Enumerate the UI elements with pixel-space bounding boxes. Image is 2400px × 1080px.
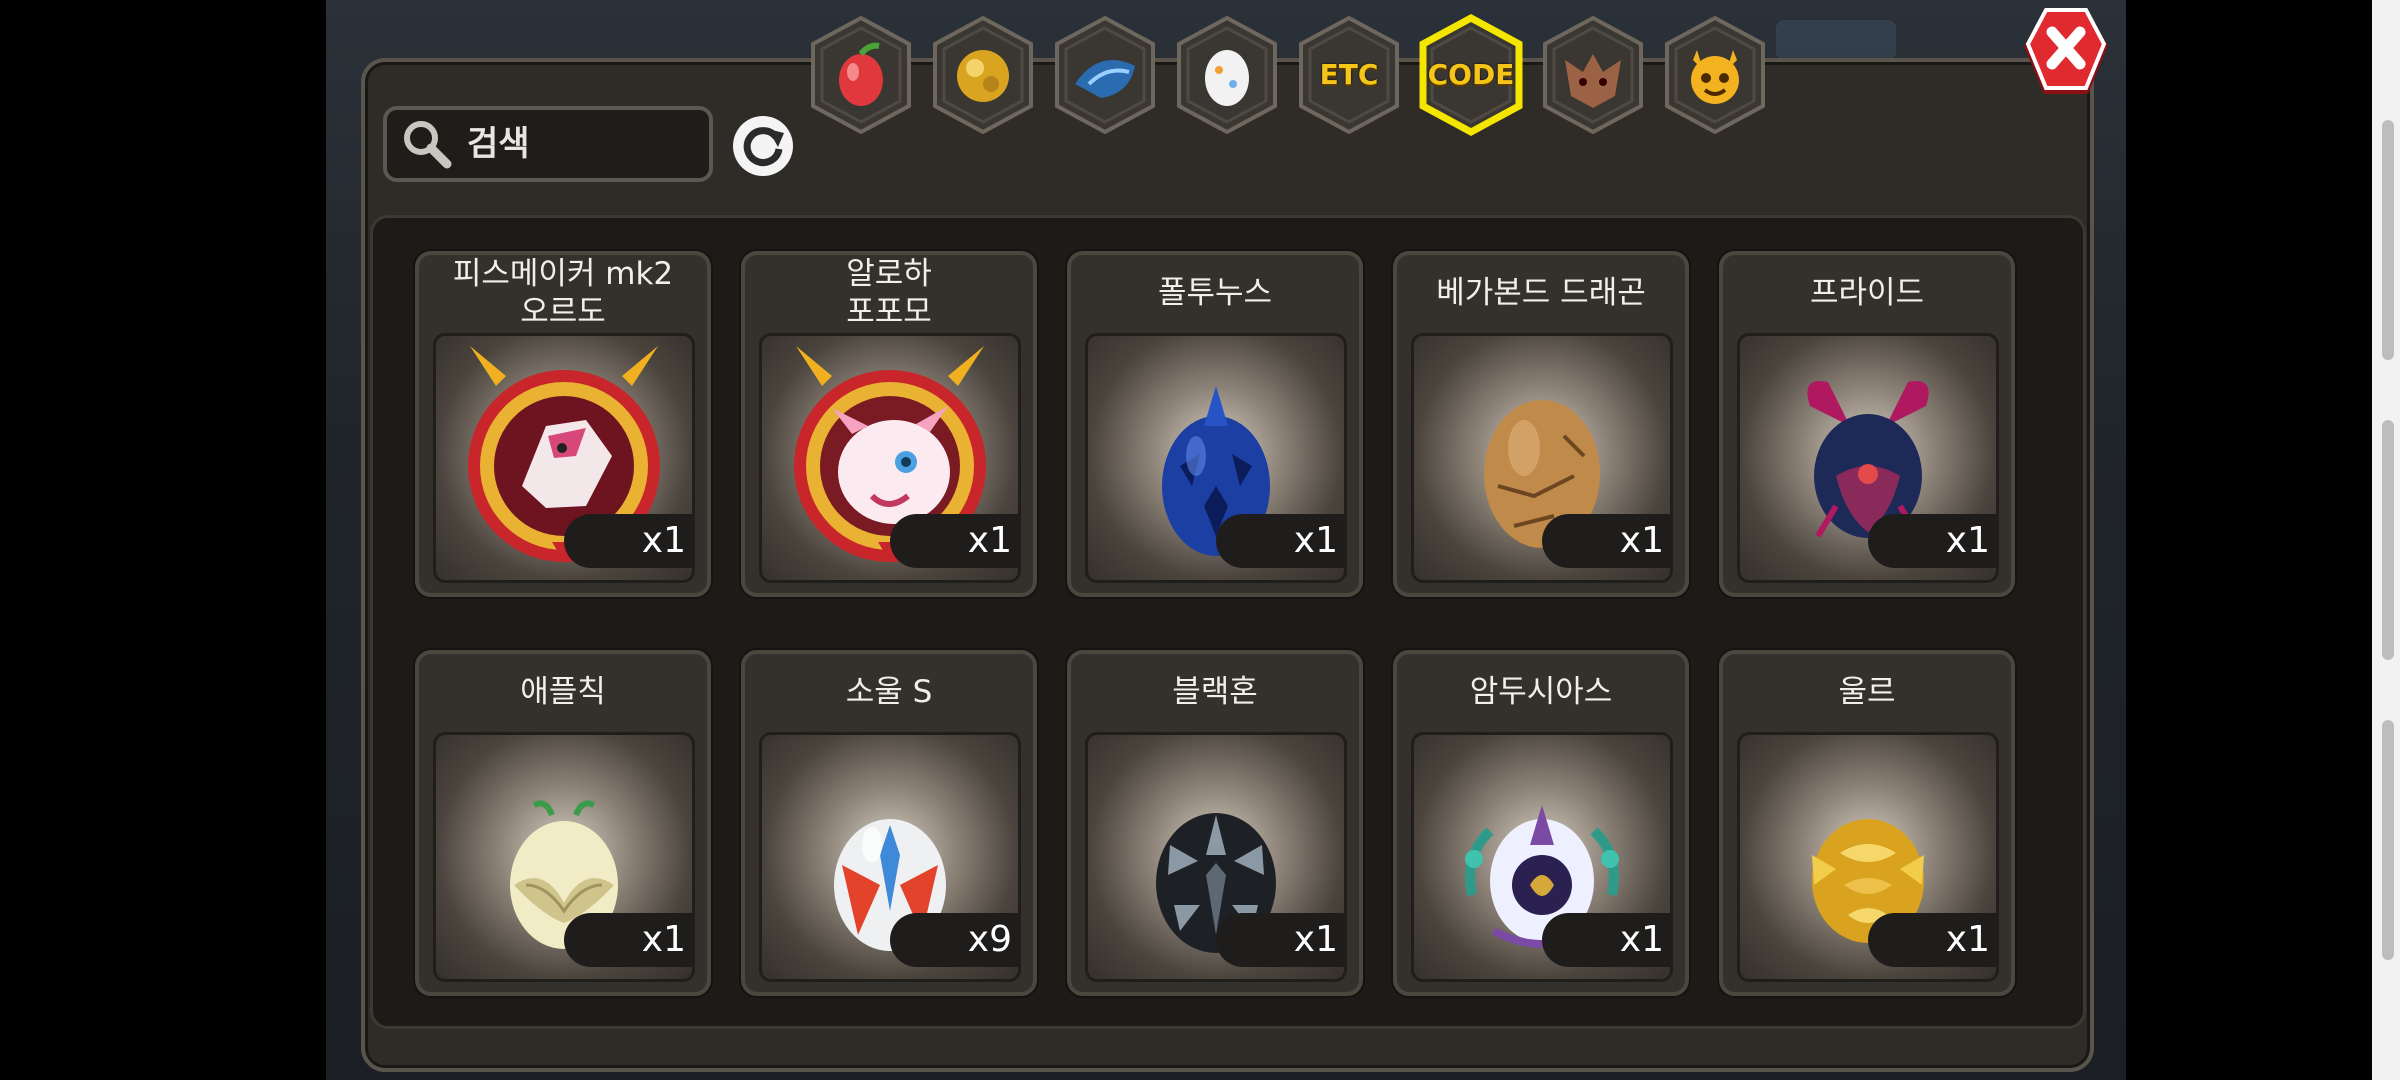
background-decoration xyxy=(1776,20,1896,60)
item-image-frame: x9 xyxy=(759,732,1021,982)
item-image-frame: x1 xyxy=(433,333,695,583)
item-name: 프라이드 xyxy=(1809,275,1925,311)
blue-scale-icon xyxy=(1055,15,1155,135)
tab-monster[interactable] xyxy=(1537,14,1649,138)
item-name: 소울 S xyxy=(845,674,933,710)
tab-scale[interactable] xyxy=(1049,14,1161,138)
tab-emote[interactable] xyxy=(1659,14,1771,138)
search-icon xyxy=(404,121,452,169)
scroll-thumb[interactable] xyxy=(2382,720,2394,960)
refresh-button[interactable] xyxy=(733,116,793,176)
item-card[interactable]: 베가본드 드래곤 x1 xyxy=(1393,251,1689,597)
tab-label: ETC xyxy=(1319,58,1379,91)
yellow-face-icon xyxy=(1665,15,1765,135)
item-image-frame: x1 xyxy=(1085,732,1347,982)
item-name: 암두시아스 xyxy=(1469,674,1613,710)
egg-icon xyxy=(1177,15,1277,135)
item-quantity: x1 xyxy=(1868,514,1996,568)
close-button[interactable] xyxy=(2022,6,2110,102)
item-card[interactable]: 알로하 포포모 x1 xyxy=(741,251,1037,597)
item-name: 폴투누스 xyxy=(1157,275,1273,311)
item-image-frame: x1 xyxy=(1085,333,1347,583)
item-card[interactable]: 암두시아스 x1 xyxy=(1393,650,1689,996)
item-quantity: x1 xyxy=(1216,913,1344,967)
item-image-frame: x1 xyxy=(1411,732,1673,982)
search-input[interactable] xyxy=(465,123,689,165)
item-image-frame: x1 xyxy=(433,732,695,982)
item-card[interactable]: 프라이드 x1 xyxy=(1719,251,2015,597)
item-card[interactable]: 애플칙 x1 xyxy=(415,650,711,996)
tab-fruit[interactable] xyxy=(805,14,917,138)
item-quantity: x1 xyxy=(1542,913,1670,967)
item-card[interactable]: 폴투누스 x1 xyxy=(1067,251,1363,597)
item-image-frame: x1 xyxy=(1737,732,1999,982)
item-quantity: x1 xyxy=(1216,514,1344,568)
item-image-frame: x1 xyxy=(1411,333,1673,583)
item-name: 피스메이커 mk2 오르도 xyxy=(452,256,674,330)
beast-head-icon xyxy=(1543,15,1643,135)
item-quantity: x1 xyxy=(564,913,692,967)
item-quantity: x1 xyxy=(890,514,1018,568)
item-card[interactable]: 블랙혼 x1 xyxy=(1067,650,1363,996)
item-name: 블랙혼 xyxy=(1172,674,1258,710)
item-image-frame: x1 xyxy=(759,333,1021,583)
tab-etc[interactable]: ETC xyxy=(1293,14,1405,138)
item-name: 알로하 포포모 xyxy=(846,256,932,330)
item-card[interactable]: 피스메이커 mk2 오르도 x1 xyxy=(415,251,711,597)
refresh-icon xyxy=(743,127,784,167)
item-quantity: x1 xyxy=(1542,514,1670,568)
item-name: 베가본드 드래곤 xyxy=(1436,275,1646,311)
tab-egg[interactable] xyxy=(1171,14,1283,138)
close-icon xyxy=(2024,8,2108,94)
item-card[interactable]: 울르 x1 xyxy=(1719,650,2015,996)
item-grid: 피스메이커 mk2 오르도 x1 알로하 포포모 x1 폴투누스 x1 베가본드… xyxy=(370,215,2086,1029)
tab-label: CODE xyxy=(1427,58,1515,91)
red-fruit-icon xyxy=(811,15,911,135)
tab-gold[interactable] xyxy=(927,14,1039,138)
item-name: 울르 xyxy=(1838,674,1896,710)
tab-code[interactable]: CODE xyxy=(1415,14,1527,138)
item-quantity: x1 xyxy=(1868,913,1996,967)
item-quantity: x1 xyxy=(564,514,692,568)
item-image-frame: x1 xyxy=(1737,333,1999,583)
search-box[interactable] xyxy=(383,106,713,182)
item-quantity: x9 xyxy=(890,913,1018,967)
item-card[interactable]: 소울 S x9 xyxy=(741,650,1037,996)
item-name: 애플칙 xyxy=(520,674,606,710)
gold-nugget-icon xyxy=(933,15,1033,135)
scroll-thumb[interactable] xyxy=(2382,120,2394,360)
scroll-thumb[interactable] xyxy=(2382,420,2394,660)
page-scrollbar[interactable] xyxy=(2372,0,2400,1080)
